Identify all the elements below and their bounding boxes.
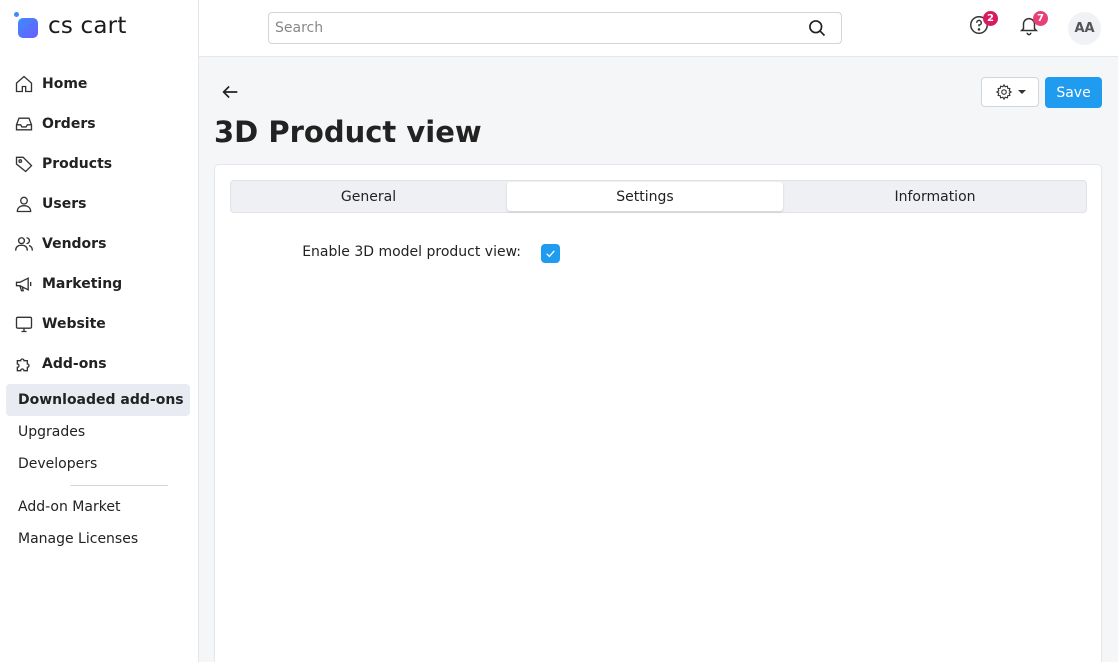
inbox-icon bbox=[14, 114, 34, 134]
main-nav: Home Orders Products Users Vendors Marke… bbox=[0, 64, 199, 384]
search-input[interactable] bbox=[269, 13, 799, 43]
save-button[interactable]: Save bbox=[1045, 77, 1102, 108]
sidebar-subitem-developers[interactable]: Developers bbox=[6, 448, 190, 480]
tab-general[interactable]: General bbox=[232, 182, 505, 211]
megaphone-icon bbox=[14, 274, 34, 294]
sidebar-subitem-upgrades[interactable]: Upgrades bbox=[6, 416, 190, 448]
search-icon[interactable] bbox=[807, 18, 827, 38]
sidebar-item-label: Marketing bbox=[42, 276, 123, 292]
tag-icon bbox=[14, 154, 34, 174]
tab-settings[interactable]: Settings bbox=[507, 182, 783, 211]
sidebar: cs cart Home Orders Products Users Vendo… bbox=[0, 0, 199, 662]
sidebar-item-label: Orders bbox=[42, 116, 96, 132]
enable-3d-view-label: Enable 3D model product view: bbox=[302, 244, 521, 260]
sidebar-subitem-manage-licenses[interactable]: Manage Licenses bbox=[6, 523, 190, 555]
sidebar-item-vendors[interactable]: Vendors bbox=[0, 224, 199, 264]
notifications-badge: 7 bbox=[1033, 11, 1048, 26]
top-bar: 2 7 AA bbox=[199, 0, 1118, 57]
sidebar-item-products[interactable]: Products bbox=[0, 144, 199, 184]
page-title: 3D Product view bbox=[214, 115, 482, 149]
sidebar-item-label: Website bbox=[42, 316, 106, 332]
sidebar-item-label: Add-ons bbox=[42, 356, 107, 372]
help-badge: 2 bbox=[983, 11, 998, 26]
settings-dropdown-button[interactable] bbox=[981, 77, 1039, 107]
tabs: General Settings Information bbox=[230, 180, 1087, 213]
enable-3d-view-checkbox[interactable] bbox=[541, 244, 560, 263]
users-icon bbox=[14, 234, 34, 254]
gear-icon bbox=[995, 83, 1012, 101]
checkmark-icon bbox=[546, 250, 555, 258]
arrow-left-icon bbox=[219, 85, 241, 107]
sidebar-subitem-add-on-market[interactable]: Add-on Market bbox=[6, 491, 190, 523]
avatar[interactable]: AA bbox=[1068, 12, 1101, 45]
monitor-icon bbox=[14, 314, 34, 334]
logo-text: cs cart bbox=[48, 13, 127, 39]
sidebar-item-label: Users bbox=[42, 196, 87, 212]
sidebar-item-orders[interactable]: Orders bbox=[0, 104, 199, 144]
search-box bbox=[268, 12, 842, 44]
sidebar-item-marketing[interactable]: Marketing bbox=[0, 264, 199, 304]
user-icon bbox=[14, 194, 34, 214]
main-content: 3D Product view Save General Settings In… bbox=[199, 57, 1118, 662]
help-button[interactable]: 2 bbox=[968, 11, 998, 38]
sidebar-item-website[interactable]: Website bbox=[0, 304, 199, 344]
logo[interactable]: cs cart bbox=[14, 10, 127, 42]
chevron-down-icon bbox=[1017, 90, 1026, 94]
puzzle-icon bbox=[14, 354, 34, 374]
back-button[interactable] bbox=[219, 81, 241, 103]
content-card: General Settings Information Enable 3D m… bbox=[214, 164, 1102, 662]
sidebar-item-label: Vendors bbox=[42, 236, 107, 252]
sidebar-item-add-ons[interactable]: Add-ons bbox=[0, 344, 199, 384]
sidebar-item-users[interactable]: Users bbox=[0, 184, 199, 224]
sidebar-divider bbox=[70, 485, 168, 486]
home-icon bbox=[14, 74, 34, 94]
cs-cart-logo-icon bbox=[14, 12, 42, 40]
notifications-button[interactable]: 7 bbox=[1018, 11, 1048, 38]
tab-information[interactable]: Information bbox=[785, 182, 1085, 211]
sidebar-subitem-downloaded-add-ons[interactable]: Downloaded add-ons bbox=[6, 384, 190, 416]
sidebar-item-home[interactable]: Home bbox=[0, 64, 199, 104]
sidebar-item-label: Products bbox=[42, 156, 113, 172]
sidebar-item-label: Home bbox=[42, 76, 88, 92]
